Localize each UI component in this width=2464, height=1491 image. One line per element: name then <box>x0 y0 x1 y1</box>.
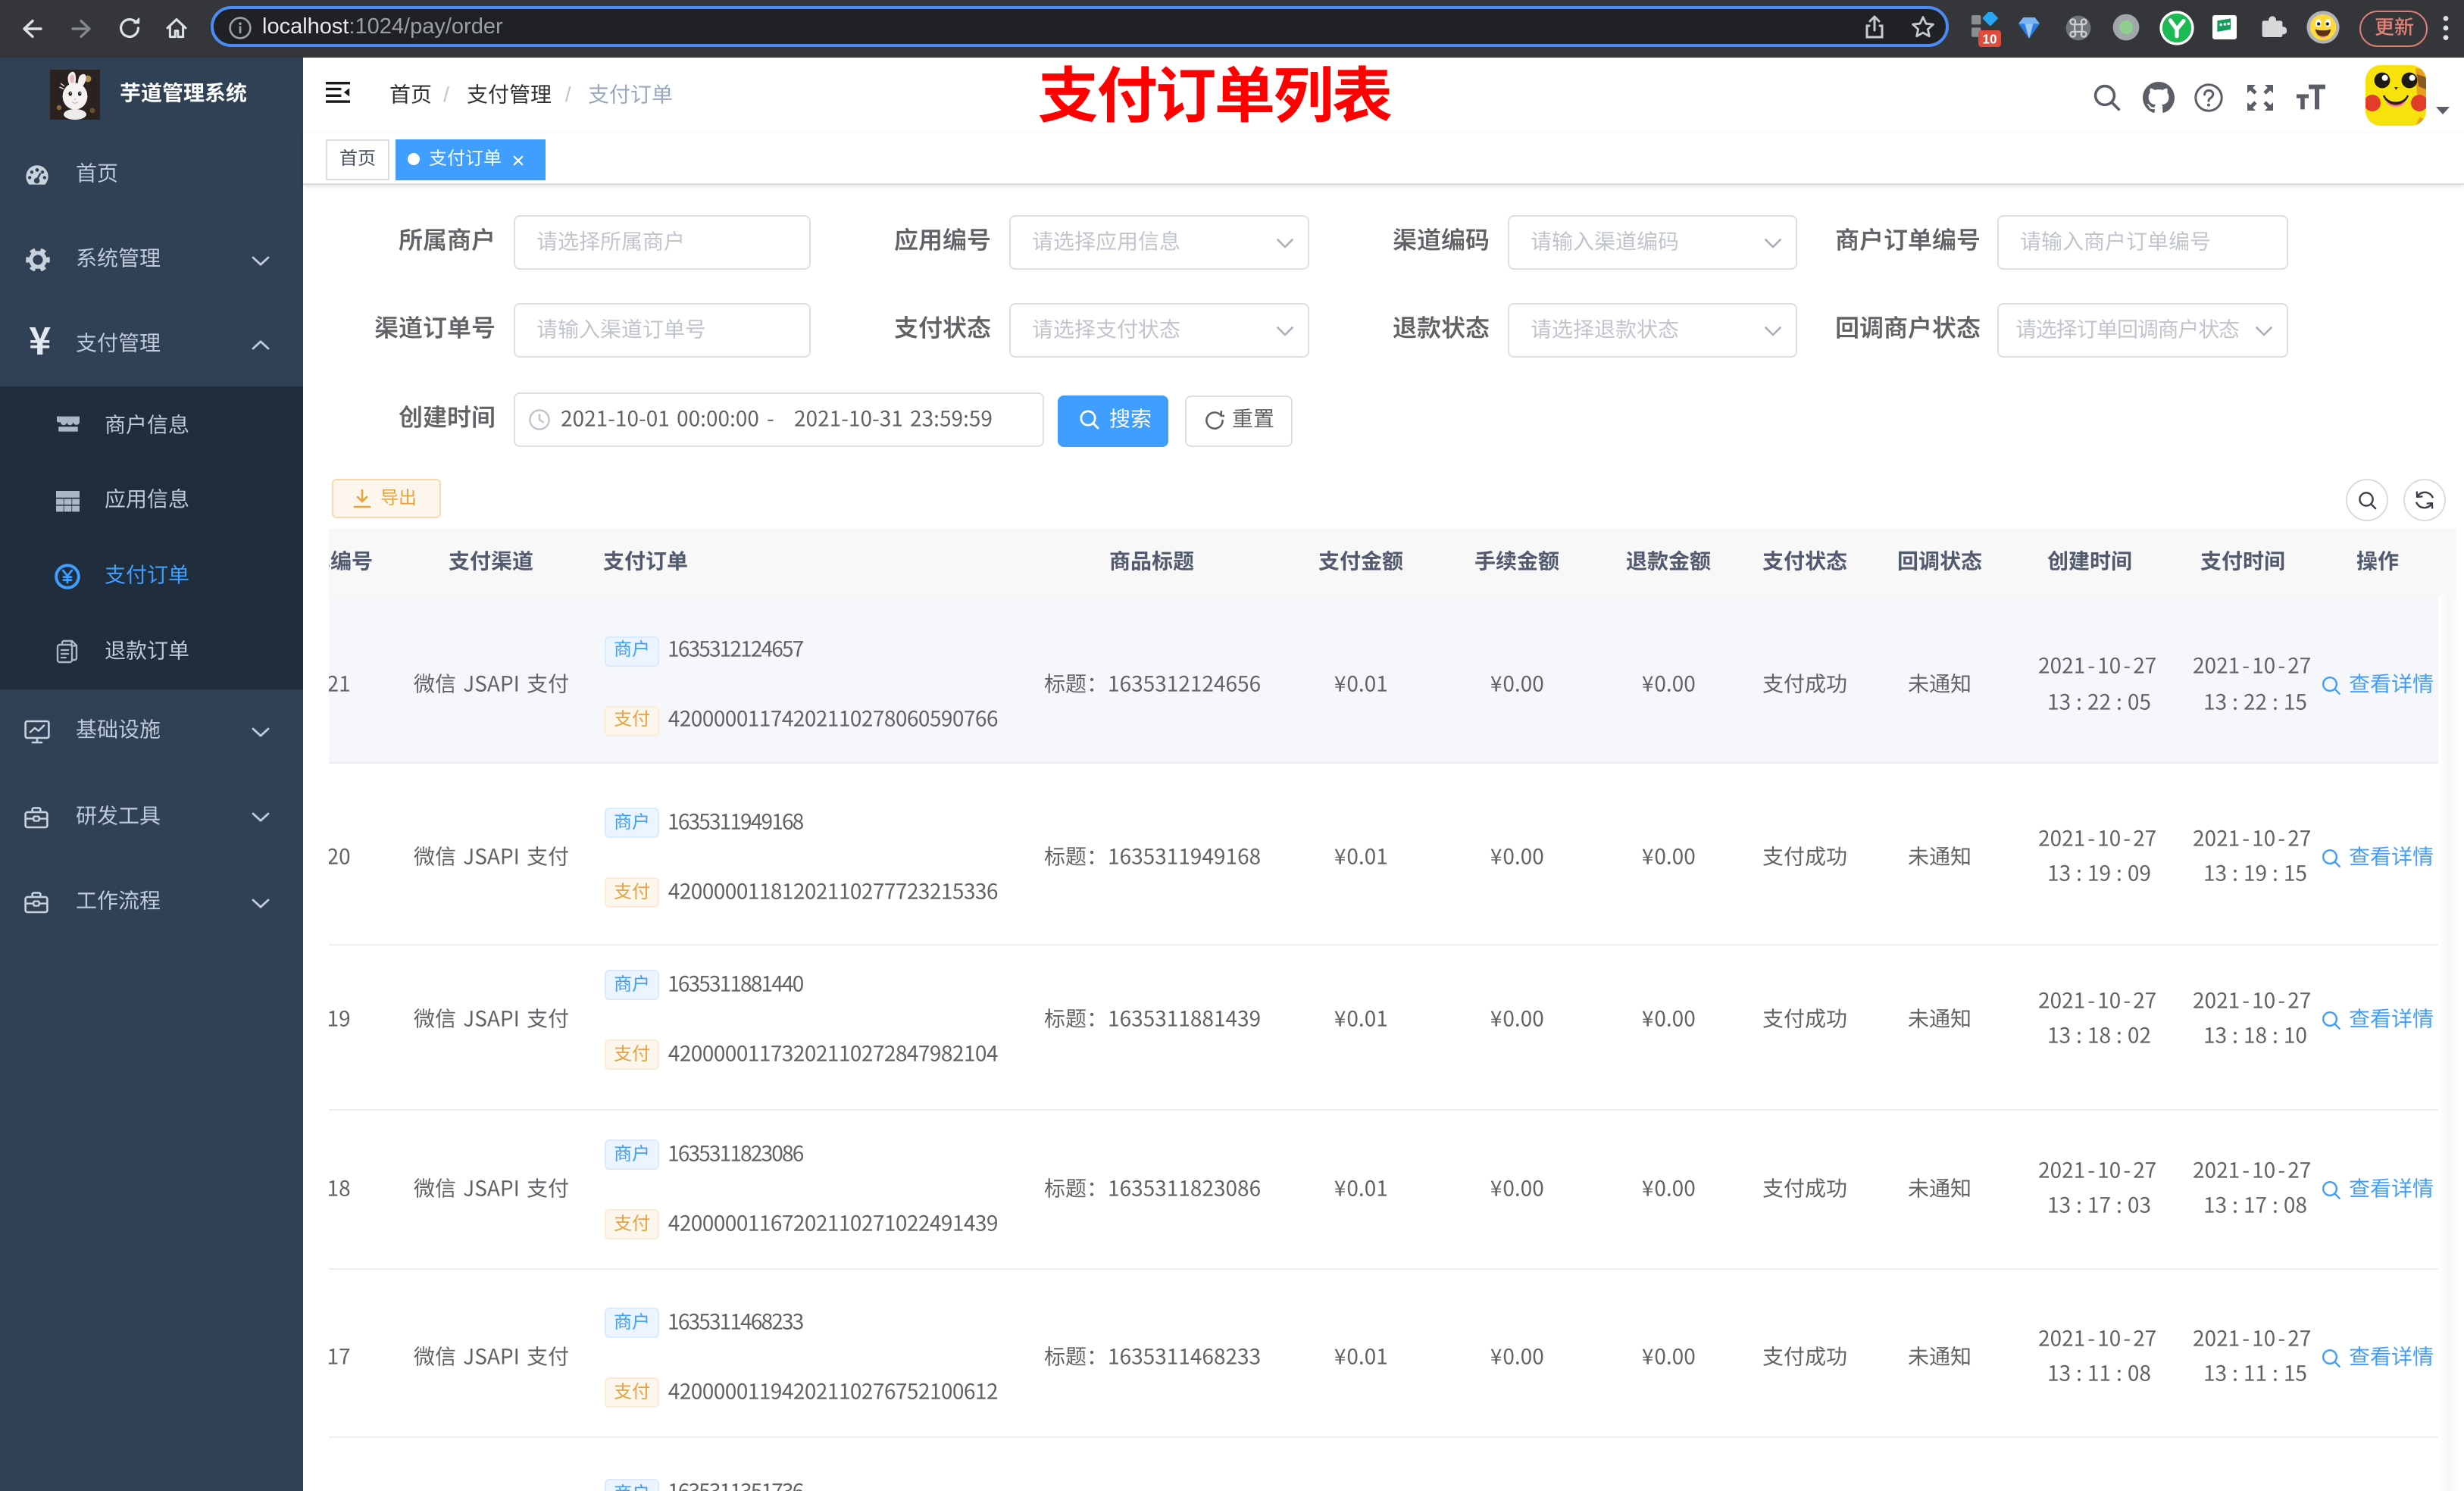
svg-text:10: 10 <box>1982 31 1997 46</box>
